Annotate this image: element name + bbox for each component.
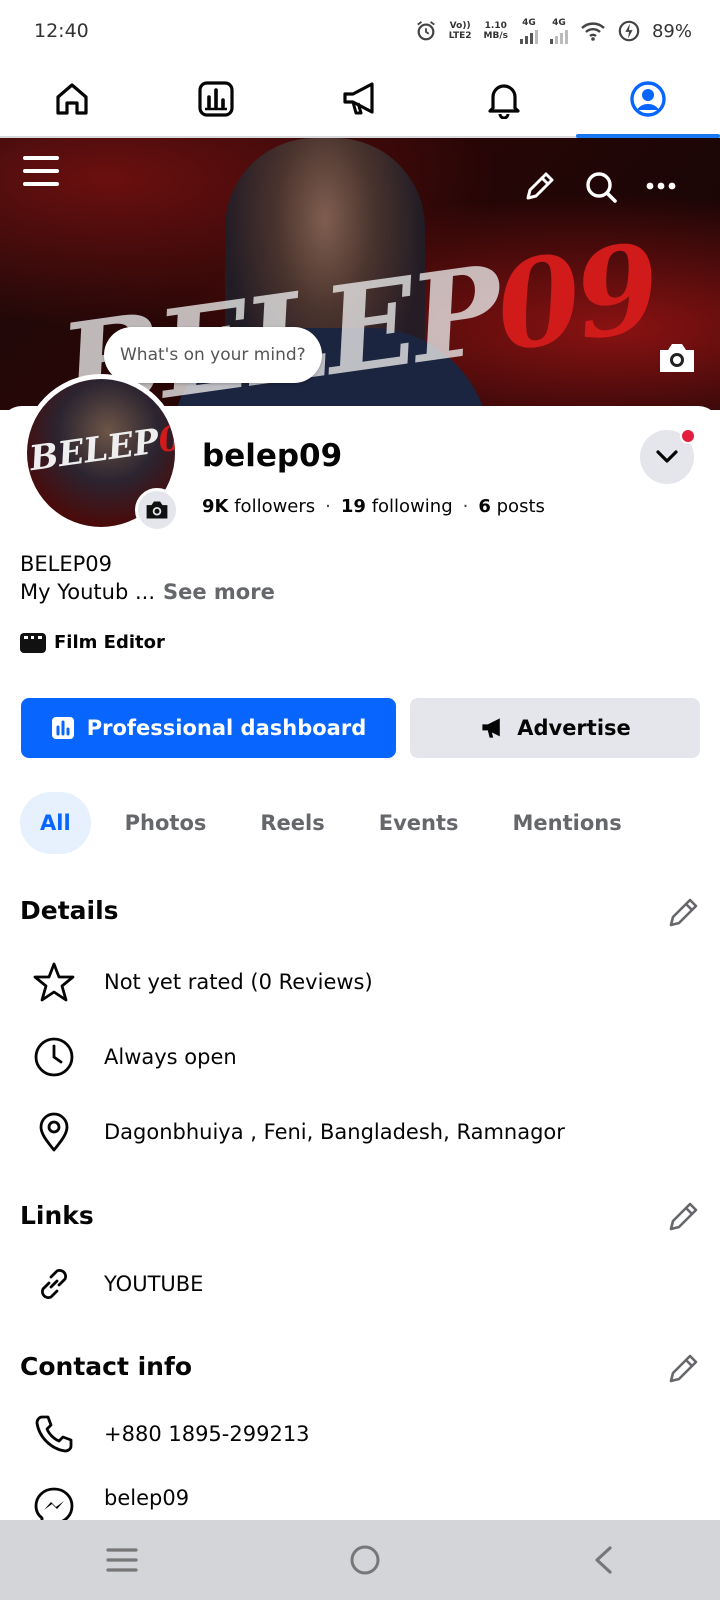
edit-details-pencil-icon[interactable] bbox=[666, 896, 700, 930]
more-icon bbox=[646, 182, 676, 190]
recent-apps-icon bbox=[106, 1548, 138, 1572]
back-button[interactable] bbox=[592, 1545, 614, 1575]
menu-button[interactable] bbox=[22, 152, 60, 190]
search-button[interactable] bbox=[584, 170, 618, 204]
tab-notifications[interactable] bbox=[432, 62, 576, 136]
bio-line: My Youtub ... See more bbox=[20, 580, 275, 604]
messenger-row[interactable]: belep09 bbox=[32, 1486, 189, 1520]
contact-heading: Contact info bbox=[20, 1352, 193, 1381]
alarm-icon bbox=[416, 21, 435, 41]
cover-camera-button[interactable] bbox=[656, 340, 698, 376]
tab-home[interactable] bbox=[0, 62, 144, 136]
advertise-button[interactable]: Advertise bbox=[410, 698, 700, 758]
tab-reels[interactable]: Reels bbox=[240, 792, 344, 854]
system-navigation-bar bbox=[0, 1520, 720, 1600]
volte-indicator: Vo)) LTE2 bbox=[448, 21, 472, 41]
dashboard-icon bbox=[51, 717, 74, 739]
home-circle-icon bbox=[350, 1545, 380, 1575]
hours-row: Always open bbox=[32, 1035, 237, 1079]
posts-stat[interactable]: 6 posts bbox=[478, 496, 545, 517]
edit-profile-button[interactable] bbox=[522, 170, 556, 204]
avatar-camera-button[interactable] bbox=[135, 488, 179, 532]
star-icon bbox=[33, 962, 75, 1002]
profile-name: belep09 bbox=[202, 438, 343, 474]
messenger-text: belep09 bbox=[104, 1486, 190, 1510]
megaphone-icon bbox=[482, 718, 501, 738]
tab-ads[interactable] bbox=[288, 62, 432, 136]
clapperboard-icon bbox=[20, 632, 46, 653]
phone-text: +880 1895-299213 bbox=[104, 1422, 310, 1446]
tab-dashboard[interactable] bbox=[144, 62, 288, 136]
tab-all[interactable]: All bbox=[20, 792, 91, 854]
edit-contact-pencil-icon[interactable] bbox=[666, 1352, 700, 1386]
recent-apps-button[interactable] bbox=[106, 1547, 138, 1573]
phone-row[interactable]: +880 1895-299213 bbox=[32, 1412, 310, 1456]
chevron-down-icon bbox=[656, 450, 678, 463]
wifi-icon bbox=[581, 22, 605, 41]
network-speed: 1.10 MB/s bbox=[483, 21, 508, 41]
hours-text: Always open bbox=[104, 1045, 237, 1069]
notification-dot bbox=[680, 428, 696, 444]
location-pin-icon bbox=[39, 1112, 69, 1152]
avatar-title-art: BELEP09 bbox=[27, 414, 180, 480]
camera-icon bbox=[146, 501, 168, 519]
more-options-button[interactable] bbox=[646, 178, 676, 194]
phone-icon bbox=[35, 1415, 73, 1453]
location-row: Dagonbhuiya , Feni, Bangladesh, Ramnagor bbox=[32, 1110, 565, 1154]
professional-dashboard-button[interactable]: Professional dashboard bbox=[21, 698, 396, 758]
camera-icon bbox=[660, 344, 694, 372]
edit-links-pencil-icon[interactable] bbox=[666, 1200, 700, 1234]
profile-stats: 9K followers · 19 following · 6 posts bbox=[202, 496, 545, 517]
location-text: Dagonbhuiya , Feni, Bangladesh, Ramnagor bbox=[104, 1120, 565, 1144]
see-more-link[interactable]: See more bbox=[163, 580, 275, 604]
messenger-icon bbox=[34, 1487, 74, 1520]
youtube-link-row[interactable]: YOUTUBE bbox=[32, 1262, 203, 1306]
signal-1: 4G bbox=[519, 18, 538, 44]
youtube-link-text: YOUTUBE bbox=[104, 1272, 204, 1296]
home-icon bbox=[56, 83, 88, 115]
megaphone-icon bbox=[343, 82, 374, 115]
link-icon bbox=[41, 1269, 67, 1299]
tab-profile[interactable] bbox=[576, 62, 720, 138]
pencil-icon bbox=[526, 172, 554, 200]
bio-text: My Youtub ... bbox=[20, 580, 155, 604]
hamburger-icon bbox=[23, 156, 59, 186]
details-heading: Details bbox=[20, 896, 119, 925]
back-chevron-icon bbox=[595, 1546, 612, 1574]
top-navigation bbox=[0, 62, 720, 138]
status-icons: Vo)) LTE2 1.10 MB/s 4G 4G 89% bbox=[415, 18, 692, 44]
followers-stat[interactable]: 9K followers bbox=[202, 496, 315, 517]
status-time: 12:40 bbox=[34, 20, 89, 42]
links-heading: Links bbox=[20, 1201, 94, 1230]
bell-icon bbox=[488, 84, 520, 119]
tab-mentions[interactable]: Mentions bbox=[493, 792, 642, 854]
content-filter-tabs: All Photos Reels Events Mentions bbox=[20, 792, 642, 854]
bio-title: BELEP09 bbox=[20, 552, 113, 576]
home-button[interactable] bbox=[349, 1544, 381, 1576]
battery-level: 89% bbox=[651, 20, 692, 42]
following-stat[interactable]: 19 following bbox=[341, 496, 453, 517]
dashboard-icon bbox=[198, 81, 234, 117]
profile-category: Film Editor bbox=[20, 632, 165, 653]
battery-charging-icon bbox=[618, 20, 640, 42]
signal-2: 4G bbox=[549, 18, 568, 44]
rating-text: Not yet rated (0 Reviews) bbox=[104, 970, 373, 994]
status-bar: 12:40 Vo)) LTE2 1.10 MB/s 4G 4G 89% bbox=[0, 0, 720, 62]
tab-photos[interactable]: Photos bbox=[105, 792, 227, 854]
rating-row: Not yet rated (0 Reviews) bbox=[32, 960, 373, 1004]
category-label: Film Editor bbox=[54, 632, 165, 653]
clock-icon bbox=[34, 1037, 74, 1077]
profile-icon bbox=[630, 81, 666, 117]
tab-events[interactable]: Events bbox=[359, 792, 479, 854]
whats-on-your-mind-bubble[interactable]: What's on your mind? bbox=[104, 327, 322, 383]
search-icon bbox=[586, 172, 617, 203]
